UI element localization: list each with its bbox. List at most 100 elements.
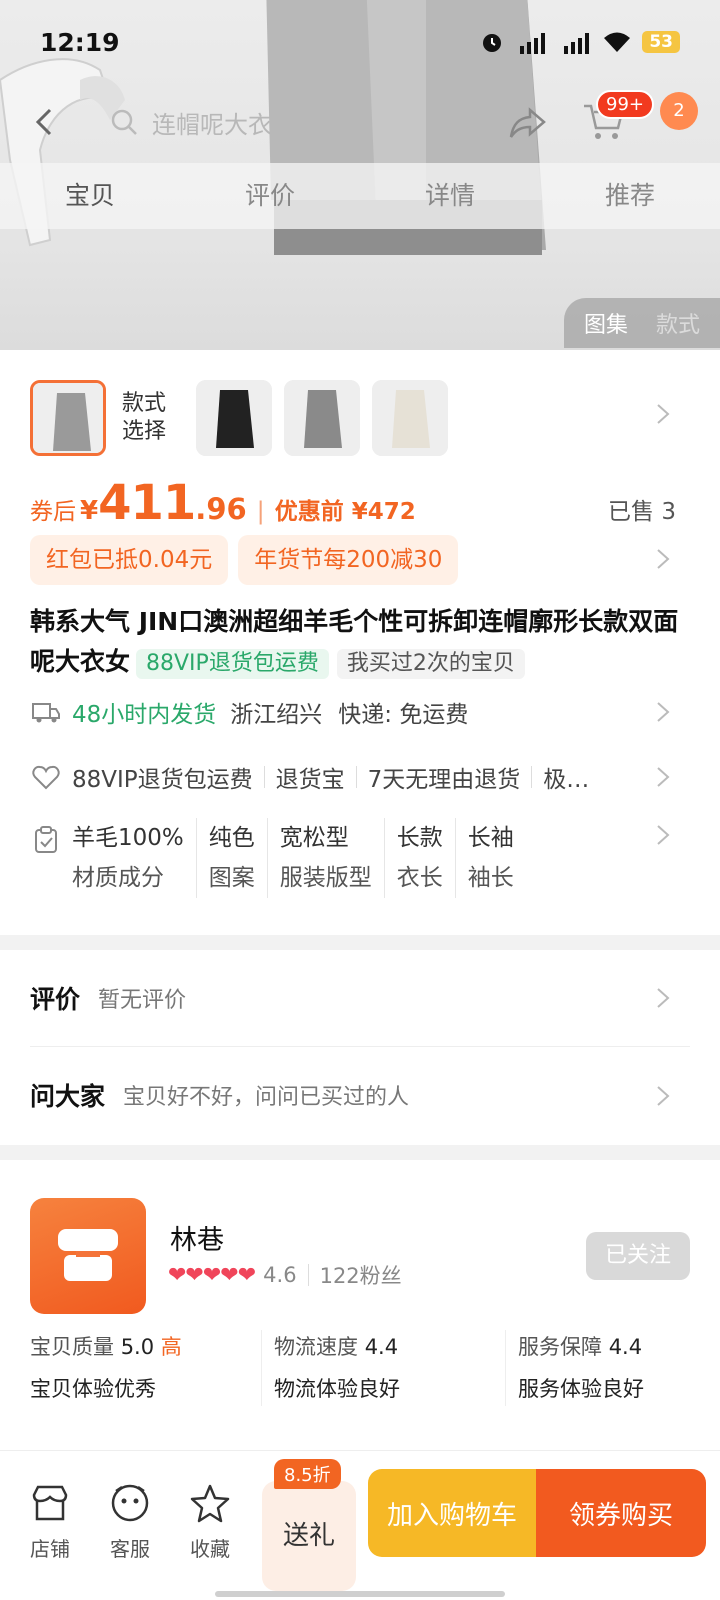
shop-name[interactable]: 林巷 [170, 1218, 224, 1257]
attribute-value: 纯色 [208, 825, 255, 851]
attribute-key: 衣长 [396, 865, 443, 891]
store-button[interactable]: 店铺 [20, 1481, 80, 1562]
star-icon [190, 1484, 230, 1523]
ship-express: 快递: 免运费 [338, 702, 469, 728]
qa-row[interactable]: 问大家 宝贝好不好，问问已买过的人 [30, 1047, 690, 1143]
score-value: 4.4 [364, 1335, 399, 1359]
score-desc: 服务体验良好 [518, 1377, 644, 1401]
gallery-tab-styles[interactable]: 款式 [656, 307, 700, 339]
gallery-tab-album[interactable]: 图集 [584, 307, 628, 339]
shop-fans: 122粉丝 [319, 1264, 402, 1288]
sold-count: 已售 3 [608, 499, 676, 525]
chevron-right-icon[interactable] [656, 403, 670, 425]
search-bar[interactable]: 连帽呢大衣 [96, 98, 346, 146]
score-level: 高 [160, 1335, 182, 1359]
favorite-label: 收藏 [190, 1537, 230, 1561]
price-divider: | [256, 497, 265, 525]
attribute-value: 长袖 [467, 825, 514, 851]
tab-reviews[interactable]: 评价 [180, 163, 360, 229]
tab-details[interactable]: 详情 [360, 163, 540, 229]
qa-subtitle: 宝贝好不好，问问已买过的人 [123, 1085, 410, 1110]
tab-item[interactable]: 宝贝 [0, 163, 180, 229]
chevron-right-icon[interactable] [656, 1085, 670, 1107]
chevron-right-icon[interactable] [656, 766, 670, 788]
score-desc: 物流体验良好 [274, 1377, 400, 1401]
variant-selector[interactable]: 款式选择 [30, 380, 460, 456]
promo-chips[interactable]: 红包已抵0.04元 年货节每200减30 [30, 535, 459, 585]
add-to-cart-button[interactable]: 加入购物车 [368, 1469, 536, 1557]
bought-before-tag: 我买过2次的宝贝 [336, 649, 525, 679]
score-label: 宝贝质量 [30, 1335, 114, 1359]
attribute-key: 服装版型 [279, 865, 372, 891]
attribute-col: 羊毛100% 材质成分 [60, 818, 196, 898]
score-col: 宝贝质量 5.0 高 宝贝体验优秀 [30, 1330, 262, 1406]
chevron-right-icon[interactable] [656, 824, 670, 846]
after-coupon-label: 券后 [30, 499, 76, 525]
score-label: 服务保障 [518, 1335, 602, 1359]
score-col: 物流速度 4.4 物流体验良好 [274, 1330, 506, 1406]
variant-thumb-black[interactable] [196, 380, 272, 456]
guarantee-item: 退货宝 [275, 767, 345, 793]
chevron-right-icon[interactable] [656, 701, 670, 723]
clipboard-icon [35, 826, 57, 853]
score-desc: 宝贝体验优秀 [30, 1377, 156, 1401]
attribute-col: 长款 衣长 [383, 818, 455, 898]
buy-with-coupon-button[interactable]: 领券购买 [536, 1469, 706, 1557]
back-arrow-icon[interactable] [30, 104, 60, 140]
battery-indicator: 53 [642, 31, 680, 53]
shield-heart-icon [32, 765, 60, 790]
promo-chip-redpacket[interactable]: 红包已抵0.04元 [30, 535, 229, 585]
shop-meta: ❤❤❤❤❤ 4.6 122粉丝 [168, 1260, 402, 1290]
qa-title: 问大家 [30, 1082, 106, 1111]
status-icons: 53 [480, 30, 680, 54]
message-count-badge[interactable]: 2 [660, 92, 698, 130]
promo-chip-festival[interactable]: 年货节每200减30 [238, 535, 459, 585]
currency-symbol: ¥ [80, 496, 99, 526]
score-col: 服务保障 4.4 服务体验良好 [518, 1330, 720, 1406]
cart-count-badge: 99+ [596, 90, 654, 119]
shop-rating: 4.6 [263, 1263, 297, 1287]
tab-recommend[interactable]: 推荐 [540, 163, 720, 229]
chat-face-icon [111, 1484, 149, 1522]
variant-thumb-cream[interactable] [372, 380, 448, 456]
product-info-card: 款式选择 券后 ¥ 411 .96 | 优惠前 ¥472 已售 3 红包已抵0.… [0, 350, 720, 935]
alarm-icon [483, 34, 502, 52]
service-button[interactable]: 客服 [100, 1481, 160, 1562]
follow-button[interactable]: 已关注 [586, 1232, 690, 1280]
search-icon [111, 109, 137, 135]
guarantee-row[interactable]: 88VIP退货包运费 退货宝 7天无理由退货 极… [30, 760, 676, 794]
gift-button[interactable]: 8.5折 送礼 [262, 1459, 356, 1591]
variant-thumb-grey[interactable] [30, 380, 106, 456]
attributes-table[interactable]: 羊毛100% 材质成分 纯色 图案 宽松型 服装版型 长款 衣长 长袖 袖长 [60, 818, 526, 898]
ship-origin: 浙江绍兴 [230, 702, 323, 728]
signal-5g-icon [520, 33, 546, 54]
chevron-right-icon[interactable] [656, 987, 670, 1009]
vip-return-tag: 88VIP退货包运费 [136, 649, 329, 679]
truck-icon [32, 703, 60, 723]
guarantee-item: 7天无理由退货 [367, 767, 521, 793]
guarantee-item: 极… [543, 767, 590, 793]
chevron-right-icon[interactable] [656, 548, 670, 570]
shop-logo[interactable] [30, 1198, 146, 1314]
signal-5g-icon-2 [564, 33, 590, 54]
status-bar: 12:19 53 [40, 22, 680, 62]
gift-label: 送礼 [282, 1521, 335, 1551]
attribute-key: 图案 [208, 865, 255, 891]
attribute-col: 纯色 图案 [195, 818, 267, 898]
shop-rating-hearts: ❤❤❤❤❤ [168, 1262, 256, 1288]
service-label: 客服 [110, 1537, 150, 1561]
shop-card: 林巷 ❤❤❤❤❤ 4.6 122粉丝 已关注 宝贝质量 5.0 高 宝贝体验优秀… [0, 1160, 720, 1492]
variant-thumb-grey-hood[interactable] [284, 380, 360, 456]
reviews-row[interactable]: 评价 暂无评价 [30, 950, 690, 1046]
divider [355, 766, 357, 788]
reviews-qa-card: 评价 暂无评价 问大家 宝贝好不好，问问已买过的人 [0, 950, 720, 1145]
bottom-action-bar: 店铺 客服 收藏 8.5折 送礼 加入购物车 领券购买 [0, 1450, 720, 1600]
shop-scores: 宝贝质量 5.0 高 宝贝体验优秀 物流速度 4.4 物流体验良好 服务保障 4… [30, 1330, 720, 1406]
divider [263, 766, 265, 788]
home-indicator[interactable] [215, 1591, 505, 1597]
shipping-row[interactable]: 48小时内发货 浙江绍兴 快递: 免运费 [30, 695, 676, 729]
favorite-button[interactable]: 收藏 [180, 1481, 240, 1562]
price-row: 券后 ¥ 411 .96 | 优惠前 ¥472 已售 3 [30, 475, 676, 531]
divider [531, 766, 533, 788]
share-icon[interactable] [506, 100, 550, 144]
